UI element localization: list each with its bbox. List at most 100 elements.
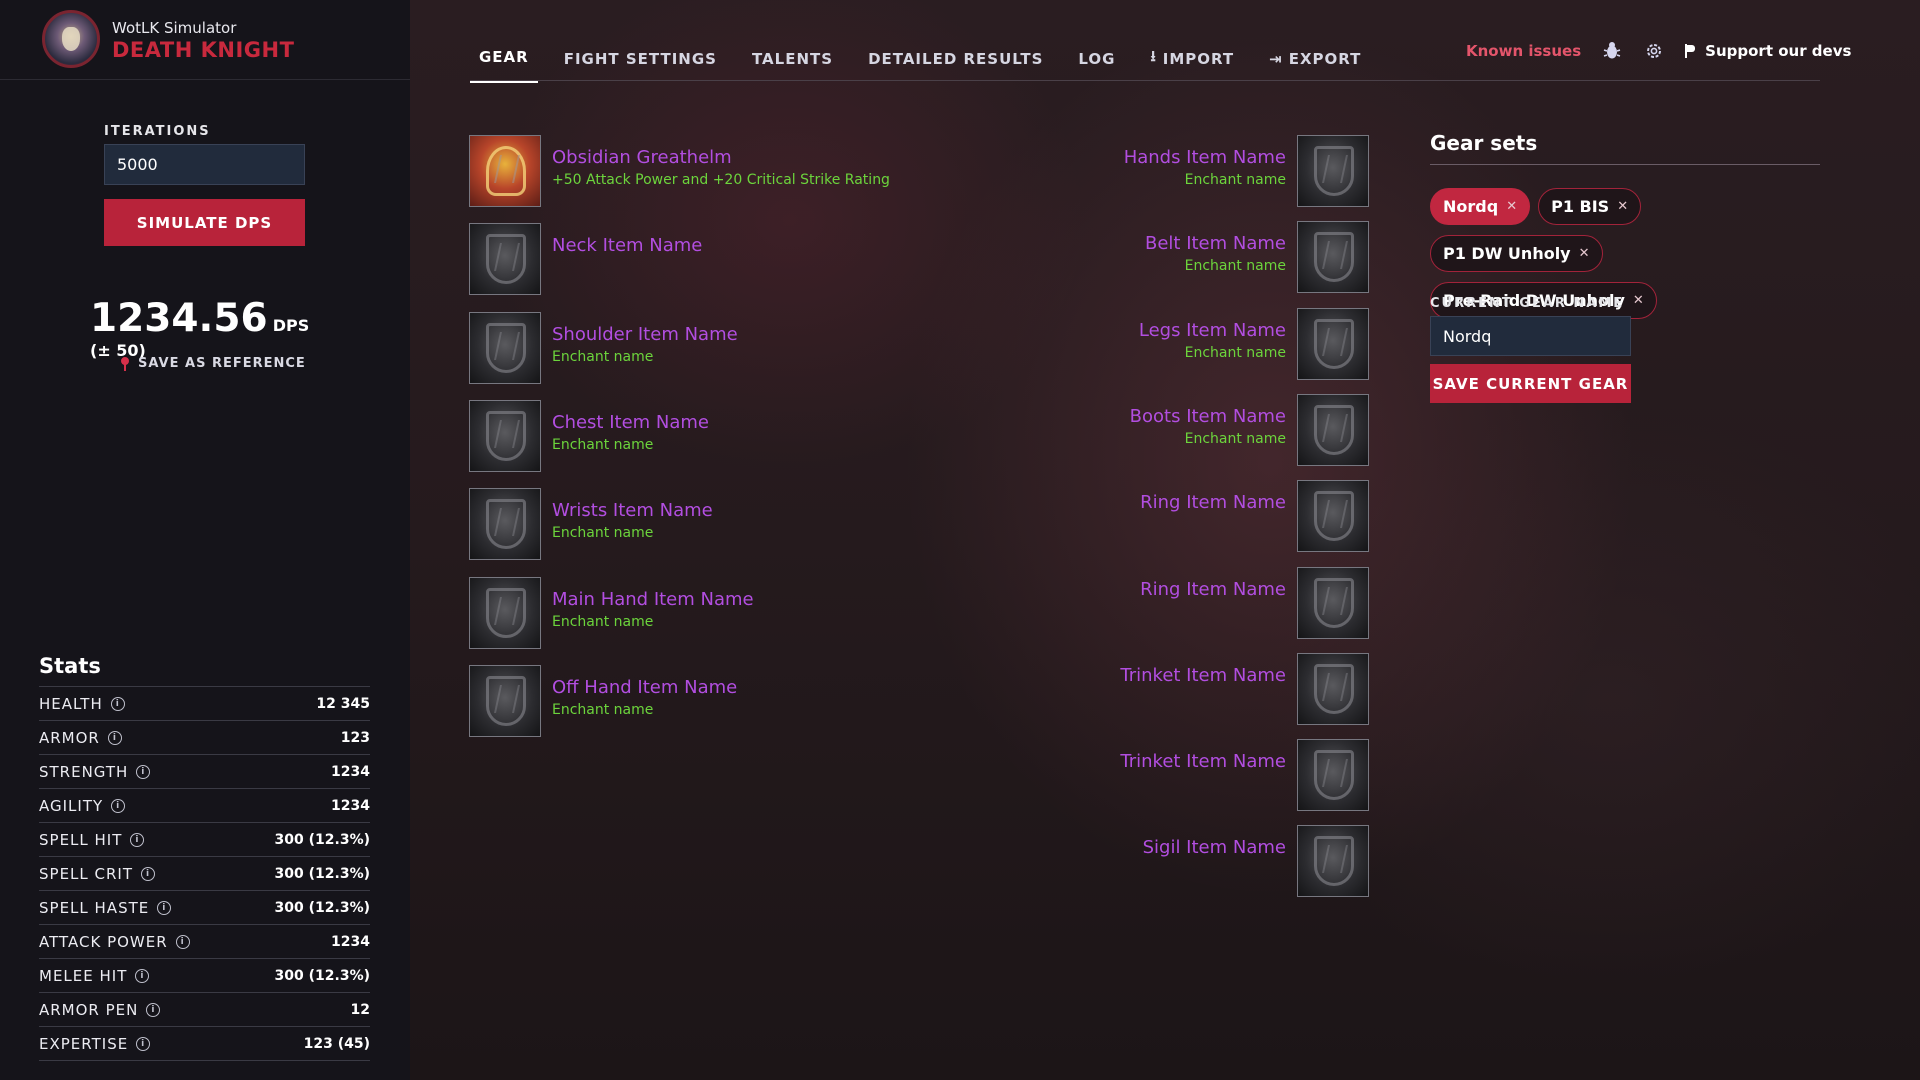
gear-slot[interactable]: Neck Item Name <box>469 223 713 296</box>
empty-slot-icon[interactable] <box>1297 480 1369 553</box>
empty-slot-icon[interactable] <box>1297 825 1369 898</box>
item-name[interactable]: Trinket Item Name <box>1120 665 1286 686</box>
gear-slot[interactable]: Main Hand Item Name Enchant name <box>469 576 765 649</box>
empty-slot-icon[interactable] <box>1297 652 1369 725</box>
item-name[interactable]: Ring Item Name <box>1140 492 1286 513</box>
item-enchant[interactable]: Enchant name <box>552 702 737 718</box>
item-enchant[interactable]: Enchant name <box>1139 345 1286 361</box>
info-icon[interactable]: i <box>107 730 122 745</box>
gear-slot[interactable]: Shoulder Item Name Enchant name <box>469 311 749 384</box>
item-enchant[interactable]: Enchant name <box>552 525 713 541</box>
gear-slot[interactable]: Trinket Item Name <box>1109 739 1369 812</box>
bug-icon[interactable] <box>1601 40 1623 62</box>
gear-slot[interactable]: Ring Item Name <box>1129 566 1369 639</box>
helm-icon[interactable] <box>469 135 541 207</box>
info-icon[interactable]: i <box>136 1036 151 1051</box>
info-icon[interactable]: i <box>135 968 150 983</box>
gear-slot[interactable]: Hands Item Name Enchant name <box>1113 135 1369 207</box>
gear-slot[interactable]: Chest Item Name Enchant name <box>469 399 720 472</box>
gear-set-chip[interactable]: P1 DW Unholy ✕ <box>1430 235 1603 272</box>
item-name[interactable]: Shoulder Item Name <box>552 324 738 345</box>
empty-slot-icon[interactable] <box>1297 393 1369 466</box>
item-name[interactable]: Legs Item Name <box>1139 320 1286 341</box>
info-icon[interactable]: i <box>141 866 156 881</box>
support-devs-link[interactable]: Support our devs <box>1685 42 1851 60</box>
stat-row: HEALTH i 12 345 <box>39 687 370 721</box>
gear-set-chip[interactable]: Nordq ✕ <box>1430 188 1531 225</box>
gear-slot[interactable]: Trinket Item Name <box>1109 652 1369 725</box>
empty-slot-icon[interactable] <box>1297 739 1369 812</box>
gear-slot[interactable]: Obsidian Greathelm +50 Attack Power and +… <box>469 135 901 207</box>
empty-slot-icon[interactable] <box>469 311 541 384</box>
item-name[interactable]: Sigil Item Name <box>1143 837 1286 858</box>
gear-set-chip[interactable]: P1 BIS ✕ <box>1538 188 1642 225</box>
simulate-dps-button[interactable]: SIMULATE DPS <box>104 199 305 246</box>
stat-row: MELEE HIT i 300 (12.3%) <box>39 959 370 993</box>
item-name[interactable]: Main Hand Item Name <box>552 589 754 610</box>
save-current-gear-button[interactable]: SAVE CURRENT GEAR <box>1430 364 1631 403</box>
info-icon[interactable]: i <box>110 696 125 711</box>
item-name[interactable]: Chest Item Name <box>552 412 709 433</box>
empty-slot-icon[interactable] <box>469 488 541 561</box>
current-gear-name-input[interactable] <box>1430 316 1631 356</box>
empty-slot-icon[interactable] <box>469 399 541 472</box>
gear-slot[interactable]: Belt Item Name Enchant name <box>1134 221 1369 294</box>
tab-gear[interactable]: GEAR <box>470 42 538 83</box>
item-enchant[interactable]: +50 Attack Power and +20 Critical Strike… <box>552 172 890 188</box>
close-icon[interactable]: ✕ <box>1579 246 1590 261</box>
gear-icon[interactable] <box>1643 40 1665 62</box>
item-enchant[interactable]: Enchant name <box>552 614 754 630</box>
gear-slot[interactable]: Legs Item Name Enchant name <box>1128 307 1369 380</box>
item-name[interactable]: Off Hand Item Name <box>552 677 737 698</box>
close-icon[interactable]: ✕ <box>1617 199 1628 214</box>
info-icon[interactable]: i <box>111 798 126 813</box>
gear-sets-divider <box>1430 164 1820 165</box>
tab-talents[interactable]: TALENTS <box>743 44 842 82</box>
gear-slot[interactable]: Boots Item Name Enchant name <box>1119 393 1369 466</box>
item-name[interactable]: Ring Item Name <box>1140 579 1286 600</box>
gear-slot[interactable]: Ring Item Name <box>1129 480 1369 553</box>
empty-slot-icon[interactable] <box>1297 135 1369 207</box>
info-icon[interactable]: i <box>136 764 151 779</box>
item-enchant[interactable]: Enchant name <box>1130 431 1286 447</box>
item-enchant[interactable]: Enchant name <box>552 437 709 453</box>
info-icon[interactable]: i <box>146 1002 161 1017</box>
empty-slot-icon[interactable] <box>469 223 541 296</box>
close-icon[interactable]: ✕ <box>1506 199 1517 214</box>
save-as-reference-button[interactable]: SAVE AS REFERENCE <box>120 356 306 371</box>
tab-log[interactable]: LOG <box>1069 44 1124 82</box>
export-icon: ⇥ <box>1269 49 1283 68</box>
gear-slot[interactable]: Off Hand Item Name Enchant name <box>469 664 748 737</box>
item-name[interactable]: Hands Item Name <box>1124 147 1286 168</box>
item-name[interactable]: Boots Item Name <box>1130 406 1286 427</box>
item-name[interactable]: Trinket Item Name <box>1120 751 1286 772</box>
tab-export[interactable]: ⇥ EXPORT <box>1260 44 1370 82</box>
empty-slot-icon[interactable] <box>1297 221 1369 294</box>
info-icon[interactable]: i <box>175 934 190 949</box>
stat-row: EXPERTISE i 123 (45) <box>39 1027 370 1061</box>
info-icon[interactable]: i <box>130 832 145 847</box>
item-enchant[interactable]: Enchant name <box>552 349 738 365</box>
item-name[interactable]: Obsidian Greathelm <box>552 147 890 168</box>
empty-slot-icon[interactable] <box>469 576 541 649</box>
known-issues-link[interactable]: Known issues <box>1466 42 1581 60</box>
gear-slot-text: Hands Item Name Enchant name <box>1113 135 1297 188</box>
stat-name: ATTACK POWER i <box>39 933 190 951</box>
item-name[interactable]: Neck Item Name <box>552 235 702 256</box>
item-enchant[interactable]: Enchant name <box>1124 172 1286 188</box>
gear-slot[interactable]: Wrists Item Name Enchant name <box>469 488 724 561</box>
tab-detailed-results[interactable]: DETAILED RESULTS <box>859 44 1052 82</box>
item-enchant[interactable]: Enchant name <box>1145 258 1286 274</box>
empty-slot-icon[interactable] <box>1297 307 1369 380</box>
tab-import[interactable]: ⭳ IMPORT <box>1141 40 1243 85</box>
item-name[interactable]: Wrists Item Name <box>552 500 713 521</box>
iterations-input[interactable] <box>104 144 305 185</box>
gear-slot[interactable]: Sigil Item Name <box>1132 825 1369 898</box>
empty-slot-icon[interactable] <box>1297 566 1369 639</box>
empty-slot-icon[interactable] <box>469 664 541 737</box>
stat-value: 123 <box>340 729 370 746</box>
tab-fight-settings[interactable]: FIGHT SETTINGS <box>555 44 726 82</box>
item-name[interactable]: Belt Item Name <box>1145 233 1286 254</box>
info-icon[interactable]: i <box>157 900 172 915</box>
close-icon[interactable]: ✕ <box>1633 293 1644 308</box>
